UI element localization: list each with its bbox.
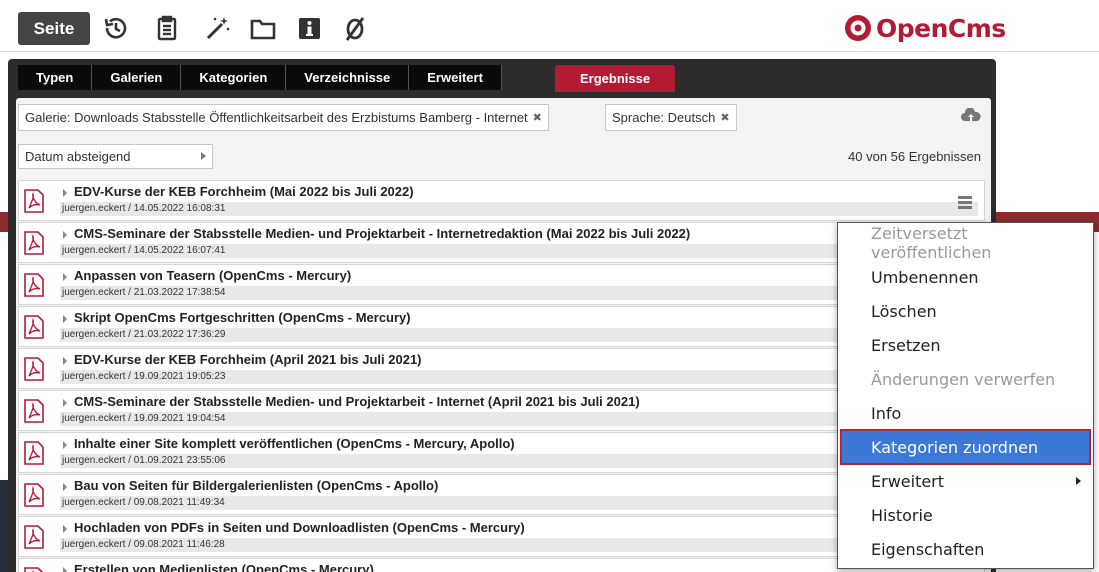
menu-item-zeitversetzt-veroeffentlichen: Zeitversetzt veröffentlichen	[871, 224, 992, 262]
item-title: Anpassen von Teasern (OpenCms - Mercury)	[74, 268, 352, 283]
menu-item-loeschen[interactable]: Löschen	[838, 294, 1093, 328]
pdf-icon	[24, 189, 44, 213]
tab-verzeichnisse[interactable]: Verzeichnisse	[286, 65, 410, 90]
menu-item-eigenschaften[interactable]: Eigenschaften	[838, 532, 1093, 566]
pdf-icon	[24, 483, 44, 507]
expand-arrow-icon[interactable]	[63, 525, 67, 533]
page-background-strip-left	[0, 212, 8, 232]
menu-item-ersetzen[interactable]: Ersetzen	[838, 328, 1093, 362]
expand-arrow-icon[interactable]	[63, 483, 67, 491]
menu-item-erweitert[interactable]: Erweitert	[838, 464, 1093, 498]
folder-icon[interactable]	[248, 13, 278, 43]
menu-item-kategorien-zuordnen[interactable]: Kategorien zuordnen	[840, 429, 1091, 465]
submenu-arrow-icon	[1076, 477, 1081, 485]
item-title: Erstellen von Medienlisten (OpenCms - Me…	[74, 562, 374, 572]
seite-button[interactable]: Seite	[18, 12, 90, 45]
tab-kategorien[interactable]: Kategorien	[181, 65, 287, 90]
filter-label: Galerie: Downloads Stabsstelle Öffentlic…	[25, 110, 528, 125]
opencms-logo: OpenCms	[843, 11, 1006, 45]
pdf-icon	[24, 399, 44, 423]
result-count: 40 von 56 Ergebnissen	[848, 149, 981, 164]
list-item[interactable]: EDV-Kurse der KEB Forchheim (Mai 2022 bi…	[18, 180, 985, 221]
context-menu-icon[interactable]	[958, 196, 972, 209]
opencms-logo-icon	[845, 15, 871, 41]
remove-filter-icon[interactable]: ✖	[720, 111, 729, 124]
pdf-icon	[24, 525, 44, 549]
expand-arrow-icon[interactable]	[63, 189, 67, 197]
tab-galerien[interactable]: Galerien	[92, 65, 182, 90]
tab-bar: Typen Galerien Kategorien Verzeichnisse …	[18, 65, 502, 90]
filter-label: Sprache: Deutsch	[612, 110, 716, 125]
filter-chip-gallery: Galerie: Downloads Stabsstelle Öffentlic…	[18, 104, 549, 131]
expand-arrow-icon[interactable]	[63, 399, 67, 407]
item-meta: juergen.eckert / 14.05.2022 16:08:31	[60, 202, 978, 216]
upload-cloud-icon[interactable]	[961, 108, 981, 124]
pdf-icon	[24, 315, 44, 339]
item-title: EDV-Kurse der KEB Forchheim (April 2021 …	[74, 352, 422, 367]
pdf-icon	[24, 231, 44, 255]
context-menu: Zeitversetzt veröffentlichen Umbenennen …	[837, 222, 1094, 569]
item-title: Inhalte einer Site komplett veröffentlic…	[74, 436, 515, 451]
expand-arrow-icon[interactable]	[63, 567, 67, 572]
logo-text: OpenCms	[876, 13, 1006, 43]
item-title: Skript OpenCms Fortgeschritten (OpenCms …	[74, 310, 411, 325]
null-icon[interactable]	[340, 13, 370, 43]
tab-ergebnisse[interactable]: Ergebnisse	[555, 65, 676, 92]
pdf-icon	[24, 567, 44, 572]
pdf-icon	[24, 357, 44, 381]
item-title: Hochladen von PDFs in Seiten und Downloa…	[74, 520, 525, 535]
item-title: CMS-Seminare der Stabsstelle Medien- und…	[74, 394, 640, 409]
history-icon[interactable]	[101, 13, 131, 43]
menu-item-umbenennen[interactable]: Umbenennen	[838, 260, 1093, 294]
item-title: CMS-Seminare der Stabsstelle Medien- und…	[74, 226, 691, 241]
expand-arrow-icon[interactable]	[63, 441, 67, 449]
expand-arrow-icon[interactable]	[63, 231, 67, 239]
menu-item-aenderungen-verwerfen: Änderungen verwerfen	[871, 369, 1056, 389]
clipboard-icon[interactable]	[152, 13, 182, 43]
menu-item-historie[interactable]: Historie	[838, 498, 1093, 532]
expand-arrow-icon[interactable]	[63, 357, 67, 365]
expand-arrow-icon[interactable]	[63, 315, 67, 323]
tab-erweitert[interactable]: Erweitert	[409, 65, 502, 90]
expand-arrow-icon[interactable]	[63, 273, 67, 281]
remove-filter-icon[interactable]: ✖	[533, 111, 542, 124]
page-background-dark	[0, 480, 8, 572]
menu-item-label: Erweitert	[871, 471, 945, 491]
menu-item-info[interactable]: Info	[838, 396, 1093, 430]
pdf-icon	[24, 273, 44, 297]
item-title: EDV-Kurse der KEB Forchheim (Mai 2022 bi…	[74, 184, 414, 199]
chevron-right-icon	[201, 152, 206, 160]
top-toolbar: Seite OpenCms	[0, 0, 1099, 52]
filter-chip-language: Sprache: Deutsch ✖	[605, 104, 737, 131]
magic-wand-icon[interactable]	[202, 13, 232, 43]
sort-value: Datum absteigend	[25, 149, 131, 164]
item-title: Bau von Seiten für Bildergalerienlisten …	[74, 478, 439, 493]
tab-typen[interactable]: Typen	[18, 65, 93, 90]
sort-select[interactable]: Datum absteigend	[18, 144, 213, 169]
pdf-icon	[24, 441, 44, 465]
info-icon[interactable]	[294, 13, 324, 43]
